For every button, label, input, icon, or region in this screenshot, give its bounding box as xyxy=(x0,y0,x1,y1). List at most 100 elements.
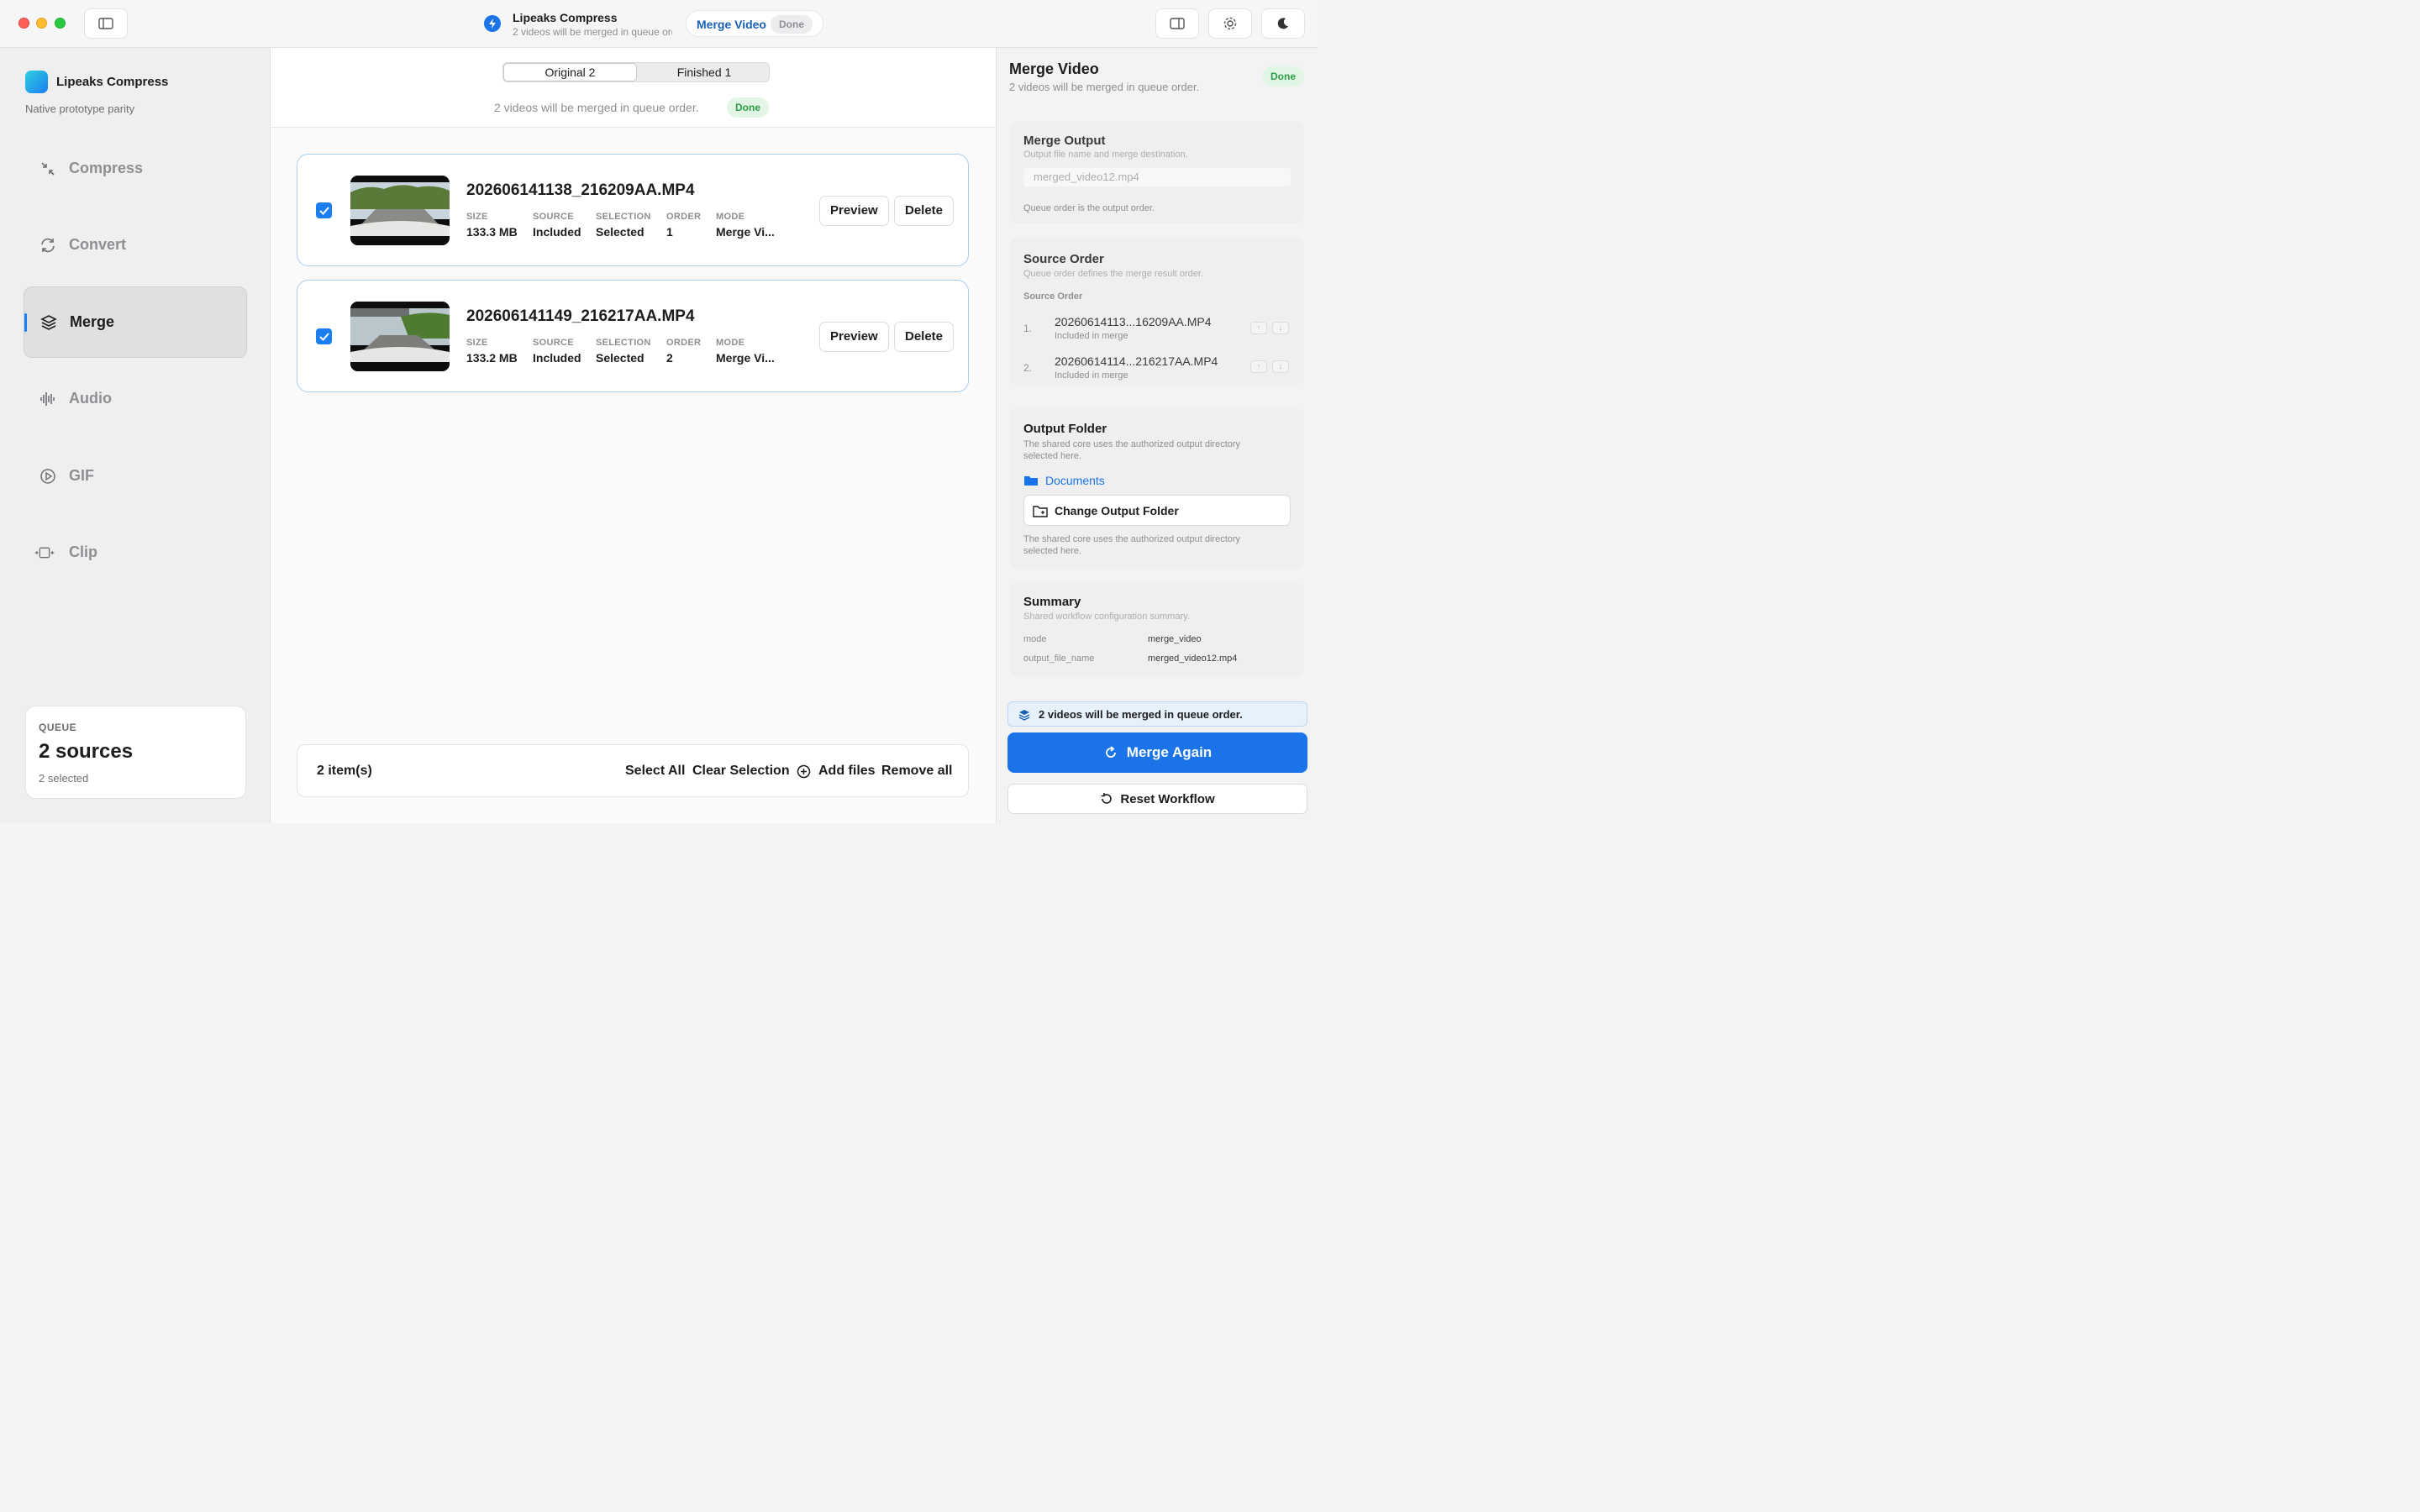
merge-output-card: Merge Output Output file name and merge … xyxy=(1010,121,1304,223)
video-thumbnail xyxy=(350,302,450,371)
preview-button[interactable]: Preview xyxy=(819,196,889,226)
merge-output-subtitle: Output file name and merge destination. xyxy=(1023,150,1188,160)
meta-value: 2 xyxy=(666,351,673,365)
lightning-icon xyxy=(484,15,501,32)
sidebar-item-compress[interactable]: Compress xyxy=(24,133,247,204)
window-title: Lipeaks Compress xyxy=(513,11,618,24)
source-order-name: 20260614113...16209AA.MP4 xyxy=(1055,315,1212,328)
checkmark-icon xyxy=(318,332,329,341)
source-order-status: Included in merge xyxy=(1055,331,1128,341)
sidebar-item-merge[interactable]: Merge xyxy=(24,286,247,358)
checkmark-icon xyxy=(318,206,329,215)
item-count: 2 item(s) xyxy=(317,764,372,778)
gear-icon xyxy=(1223,17,1237,30)
source-order-status: Included in merge xyxy=(1055,370,1128,381)
summary-key: mode xyxy=(1023,634,1047,644)
tab-finished[interactable]: Finished 1 xyxy=(638,63,771,81)
source-order-number: 2. xyxy=(1023,362,1033,374)
mode-pill[interactable]: Merge Video Done xyxy=(686,10,823,37)
preview-button[interactable]: Preview xyxy=(819,322,889,352)
file-name: 202606141138_216209AA.MP4 xyxy=(466,181,695,199)
meta-selection: SELECTION Selected xyxy=(596,212,651,239)
sidebar-item-convert[interactable]: Convert xyxy=(24,209,247,281)
output-filename-field[interactable]: merged_video12.mp4 xyxy=(1023,168,1291,186)
file-checkbox[interactable] xyxy=(316,328,332,344)
main-header: Original 2 Finished 1 2 videos will be m… xyxy=(271,48,996,128)
select-all-button[interactable]: Select All xyxy=(625,764,685,779)
delete-button[interactable]: Delete xyxy=(894,322,955,352)
settings-button[interactable] xyxy=(1208,8,1252,39)
toggle-inspector-button[interactable] xyxy=(1155,8,1199,39)
move-down-button[interactable]: ↓ xyxy=(1272,360,1289,373)
sidebar-tagline: Native prototype parity xyxy=(25,102,135,115)
meta-size: SIZE 133.2 MB xyxy=(466,338,518,365)
tab-original[interactable]: Original 2 xyxy=(503,63,637,81)
moon-icon xyxy=(1277,18,1288,29)
queue-label: QUEUE xyxy=(39,722,77,733)
layers-icon xyxy=(38,312,60,333)
remove-all-button[interactable]: Remove all xyxy=(881,764,952,779)
toggle-sidebar-button[interactable] xyxy=(84,8,128,39)
source-order-name: 20260614114...216217AA.MP4 xyxy=(1055,354,1218,368)
delete-button[interactable]: Delete xyxy=(894,196,955,226)
output-folder-card: Output Folder The shared core uses the a… xyxy=(1010,407,1304,569)
panel-status-badge: Done xyxy=(1262,66,1304,87)
panel-subtitle: 2 videos will be merged in queue order. xyxy=(1009,81,1200,93)
sidebar-item-clip[interactable]: Clip xyxy=(24,517,247,588)
reset-icon xyxy=(1101,793,1113,804)
meta-label: SOURCE xyxy=(533,212,574,222)
move-up-button[interactable]: ↑ xyxy=(1250,360,1267,373)
merge-output-title: Merge Output xyxy=(1023,134,1106,148)
file-checkbox[interactable] xyxy=(316,202,332,218)
merge-again-button[interactable]: Merge Again xyxy=(1007,732,1307,773)
output-folder-link[interactable]: Documents xyxy=(1045,474,1105,487)
source-order-title: Source Order xyxy=(1023,252,1104,266)
meta-value: Included xyxy=(533,351,581,365)
meta-mode: MODE Merge Vi... xyxy=(716,338,775,365)
meta-value: Selected xyxy=(596,225,644,239)
clear-selection-button[interactable]: Clear Selection xyxy=(692,764,790,779)
minimize-window-button[interactable] xyxy=(36,18,47,29)
meta-size: SIZE 133.3 MB xyxy=(466,212,518,239)
plus-circle-icon[interactable] xyxy=(797,764,811,779)
sidebar-item-label: Clip xyxy=(69,543,97,560)
meta-value: Merge Vi... xyxy=(716,225,775,239)
convert-icon xyxy=(37,234,59,256)
change-output-folder-button[interactable]: Change Output Folder xyxy=(1023,495,1291,526)
queue-footer-bar: 2 item(s) Select All Clear Selection Add… xyxy=(297,744,969,797)
main-content: Original 2 Finished 1 2 videos will be m… xyxy=(271,48,996,823)
reset-workflow-label: Reset Workflow xyxy=(1120,791,1215,806)
meta-value: Merge Vi... xyxy=(716,351,775,365)
inspector-panel: Merge Video 2 videos will be merged in q… xyxy=(996,48,1318,823)
meta-order: ORDER 2 xyxy=(666,338,701,365)
merge-status-text: 2 videos will be merged in queue order. xyxy=(494,101,699,114)
sidebar: Lipeaks Compress Native prototype parity… xyxy=(0,48,271,823)
source-order-subtitle: Queue order defines the merge result ord… xyxy=(1023,269,1204,279)
add-files-button[interactable]: Add files xyxy=(818,764,876,779)
info-strip: 2 videos will be merged in queue order. xyxy=(1007,701,1307,727)
file-name: 202606141149_216217AA.MP4 xyxy=(466,307,695,325)
sidebar-item-gif[interactable]: GIF xyxy=(24,440,247,512)
meta-label: SELECTION xyxy=(596,338,651,348)
meta-label: ORDER xyxy=(666,338,702,348)
sidebar-item-audio[interactable]: Audio xyxy=(24,363,247,434)
dark-mode-button[interactable] xyxy=(1261,8,1305,39)
meta-label: MODE xyxy=(716,212,745,222)
sidebar-item-label: Convert xyxy=(69,236,127,253)
meta-mode: MODE Merge Vi... xyxy=(716,212,775,239)
summary-key: output_file_name xyxy=(1023,654,1095,664)
compress-icon xyxy=(37,158,59,180)
meta-value: 133.3 MB xyxy=(466,225,518,239)
move-up-button[interactable]: ↑ xyxy=(1250,322,1267,334)
reset-workflow-button[interactable]: Reset Workflow xyxy=(1007,784,1307,814)
merge-again-label: Merge Again xyxy=(1126,744,1213,760)
file-card[interactable]: 202606141149_216217AA.MP4 SIZE 133.2 MB … xyxy=(297,280,969,392)
close-window-button[interactable] xyxy=(18,18,29,29)
meta-label: SIZE xyxy=(466,212,488,222)
window-subtitle: 2 videos will be merged in queue order..… xyxy=(513,26,672,38)
zoom-window-button[interactable] xyxy=(55,18,66,29)
file-card[interactable]: 202606141138_216209AA.MP4 SIZE 133.3 MB … xyxy=(297,154,969,266)
inspector-icon xyxy=(1170,18,1185,29)
move-down-button[interactable]: ↓ xyxy=(1272,322,1289,334)
title-bar: Lipeaks Compress 2 videos will be merged… xyxy=(0,0,1318,48)
